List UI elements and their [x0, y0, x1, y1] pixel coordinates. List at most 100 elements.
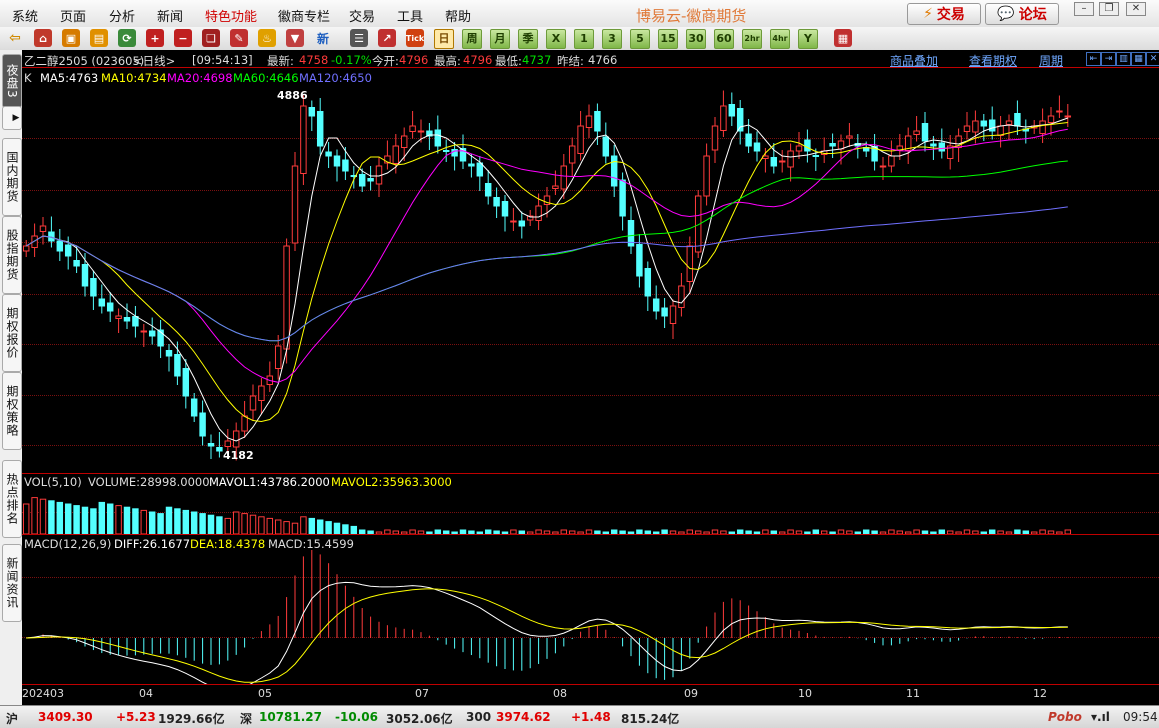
maximize-icon[interactable]: ❐: [1099, 2, 1119, 16]
candle-body: [232, 430, 240, 448]
candle-body: [1039, 120, 1046, 134]
candle-body: [552, 185, 559, 189]
period-quarter[interactable]: 季: [518, 29, 538, 49]
tab-hot-ranking[interactable]: 热点排名: [2, 460, 22, 538]
tab-option-strategy[interactable]: 期权策略: [2, 372, 22, 450]
layout-icon[interactable]: ▦: [834, 29, 852, 47]
refresh-icon[interactable]: ⟳: [118, 29, 136, 47]
candle-body: [493, 197, 500, 207]
filter-icon[interactable]: ▼: [286, 29, 304, 47]
volume-bar: [132, 508, 139, 534]
candle-body: [1014, 113, 1021, 127]
new-icon[interactable]: 新: [314, 29, 332, 47]
tab-night-session[interactable]: 夜盘3: [2, 54, 22, 108]
trend-chart-icon[interactable]: ↗: [378, 29, 396, 47]
volume-bar: [333, 522, 341, 534]
x-axis-label: 05: [258, 687, 272, 700]
volume-bar: [190, 511, 198, 534]
tick-icon[interactable]: Tick: [406, 29, 424, 47]
period-30min[interactable]: 30: [686, 29, 706, 49]
i300-price: 3974.62: [496, 710, 551, 724]
home-icon[interactable]: ⌂: [34, 29, 52, 47]
candle-body: [846, 135, 853, 139]
zoom-out-icon[interactable]: −: [174, 29, 192, 47]
candle-body: [22, 245, 30, 252]
volume-plot: [22, 497, 1072, 534]
briefcase-icon[interactable]: ▣: [62, 29, 80, 47]
tab-option-quotes[interactable]: 期权报价: [2, 294, 22, 372]
sz-change: -10.06: [335, 710, 378, 724]
alert-icon[interactable]: ♨: [258, 29, 276, 47]
zoom-in-icon[interactable]: +: [146, 29, 164, 47]
period-year[interactable]: Y: [798, 29, 818, 49]
minimize-icon[interactable]: –: [1074, 2, 1094, 16]
pencil-icon[interactable]: ✎: [230, 29, 248, 47]
period-1min[interactable]: 1: [574, 29, 594, 49]
menu-special-features[interactable]: 特色功能: [205, 6, 257, 25]
candle-body: [594, 111, 601, 132]
trade-button[interactable]: ⚡ 交易: [907, 3, 981, 25]
menu-system[interactable]: 系统: [12, 6, 38, 25]
ma20-label: MA20:4698: [167, 71, 233, 85]
close-icon[interactable]: ✕: [1126, 2, 1146, 16]
volume-bar: [224, 517, 232, 534]
candle-body: [325, 151, 332, 157]
high-price: 4796: [463, 53, 493, 67]
menu-tools[interactable]: 工具: [397, 6, 423, 25]
scroll-right-icon[interactable]: ⇥: [1101, 52, 1116, 66]
volume-bar: [216, 516, 223, 534]
menu-huishang-column[interactable]: 徽商专栏: [278, 6, 330, 25]
menu-help[interactable]: 帮助: [445, 6, 471, 25]
period-2hr[interactable]: 2hr: [742, 29, 762, 49]
window-icon[interactable]: ❏: [202, 29, 220, 47]
period-x[interactable]: X: [546, 29, 566, 49]
candle-body: [258, 385, 265, 401]
volume-bar: [165, 506, 173, 534]
candle-body: [686, 245, 694, 282]
volume-bar: [174, 508, 181, 534]
tab-index-futures[interactable]: 股指期货: [2, 216, 22, 294]
period-5min[interactable]: 5: [630, 29, 650, 49]
period-day[interactable]: 日: [434, 29, 454, 49]
period-month[interactable]: 月: [490, 29, 510, 49]
ma5-line: [25, 117, 1068, 442]
report-icon[interactable]: ▤: [90, 29, 108, 47]
period-60min[interactable]: 60: [714, 29, 734, 49]
candle-body: [753, 142, 761, 152]
menu-page[interactable]: 页面: [60, 6, 86, 25]
volume-bar: [48, 500, 55, 534]
sh-price: 3409.30: [38, 710, 93, 724]
ma120-line: [25, 206, 1068, 342]
volume-bar: [106, 503, 114, 534]
volume-bar: [350, 525, 358, 534]
tab-expand-arrow-icon[interactable]: ▶: [2, 106, 22, 130]
volume-bar: [232, 511, 240, 534]
candle-body: [669, 305, 677, 324]
vol-name: VOL(5,10): [24, 475, 82, 489]
panel-close-icon[interactable]: ✕: [1146, 52, 1159, 66]
volume-bar: [274, 519, 282, 534]
menu-news[interactable]: 新闻: [157, 6, 183, 25]
split-view-icon[interactable]: ▥: [1116, 52, 1131, 66]
volume-bar: [157, 513, 164, 534]
kline-chart-panel[interactable]: 乙二醇2505 (023605) <日线> [09:54:13] 最新: 475…: [22, 50, 1159, 705]
period-week[interactable]: 周: [462, 29, 482, 49]
period-4hr[interactable]: 4hr: [770, 29, 790, 49]
back-arrow-icon[interactable]: ⇦: [6, 29, 24, 47]
toolbar: ⇦ ⌂ ▣ ▤ ⟳ + − ❏ ✎ ♨ ▼ 新 ☰ ↗ Tick 日 周 月 季…: [0, 27, 1159, 51]
candle-body: [392, 145, 400, 164]
menu-trade[interactable]: 交易: [349, 6, 375, 25]
menu-analysis[interactable]: 分析: [109, 6, 135, 25]
period-15min[interactable]: 15: [658, 29, 678, 49]
candle-body: [636, 244, 643, 277]
table-icon[interactable]: ☰: [350, 29, 368, 47]
scroll-left-icon[interactable]: ⇤: [1086, 52, 1101, 66]
candle-body: [484, 183, 492, 197]
tab-domestic-futures[interactable]: 国内期货: [2, 138, 22, 216]
forum-button[interactable]: 💬 论坛: [985, 3, 1059, 25]
tab-news-info[interactable]: 新闻资讯: [2, 544, 22, 622]
ma120-label: MA120:4650: [299, 71, 372, 85]
period-3min[interactable]: 3: [602, 29, 622, 49]
candle-body: [963, 125, 971, 132]
grid-view-icon[interactable]: ▦: [1131, 52, 1146, 66]
